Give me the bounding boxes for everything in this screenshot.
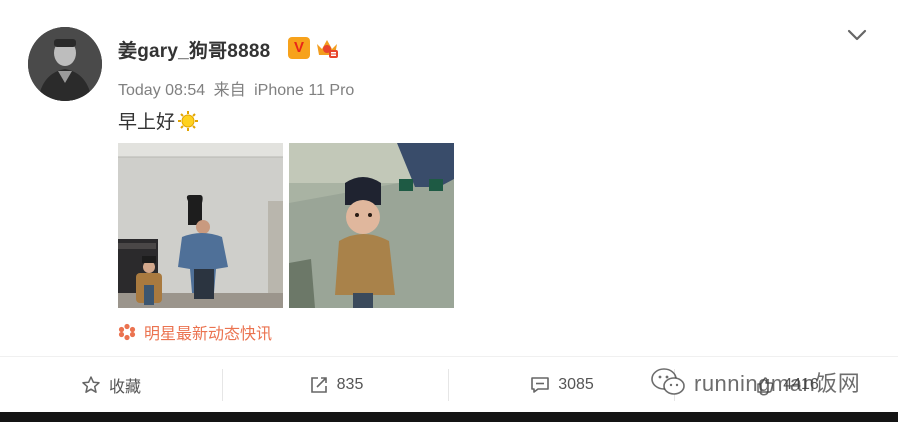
divider <box>448 369 449 401</box>
post-timestamp[interactable]: Today 08:54 <box>118 82 205 99</box>
topic-label: 明星最新动态快讯 <box>144 326 273 343</box>
repost-count: 835 <box>336 376 364 393</box>
post-photo-1[interactable] <box>118 143 283 308</box>
repost-button[interactable]: 835 <box>224 357 448 413</box>
comment-button[interactable]: 3085 <box>450 357 674 413</box>
comment-icon <box>531 377 550 393</box>
post-meta: Today 08:54 来自 iPhone 11 Pro <box>118 76 354 100</box>
chevron-down-icon[interactable] <box>845 26 869 44</box>
favorite-label: 收藏 <box>108 379 141 396</box>
divider <box>222 369 223 401</box>
vip-crown-icon[interactable] <box>314 36 340 60</box>
post-text: 早上好 <box>118 107 199 134</box>
avatar-image <box>28 27 102 101</box>
post-photo-2[interactable] <box>289 143 454 308</box>
star-icon <box>82 376 100 393</box>
weibo-post-card: 姜gary_狗哥8888 V Today 08:54 来自 iPhone 11 … <box>0 0 898 412</box>
sun-icon <box>177 110 199 132</box>
thumbs-up-icon <box>757 377 774 393</box>
bottom-bar <box>0 412 898 422</box>
comment-count: 3085 <box>558 376 594 393</box>
divider <box>674 369 675 401</box>
like-button[interactable]: 4416 <box>676 357 898 413</box>
action-bar: 收藏 835 3085 4416 <box>0 356 898 412</box>
favorite-button[interactable]: 收藏 <box>0 357 222 413</box>
topic-source-link[interactable]: 明星最新动态快讯 <box>118 320 272 344</box>
post-text-body: 早上好 <box>118 112 176 133</box>
avatar[interactable] <box>28 27 102 101</box>
snowflake-icon <box>118 323 136 341</box>
verified-badge-label: V <box>293 39 304 56</box>
repost-icon <box>310 377 327 393</box>
verified-badge-icon: V <box>288 37 310 59</box>
source-prefix: 来自 <box>213 82 246 99</box>
device-source[interactable]: iPhone 11 Pro <box>254 82 354 99</box>
username[interactable]: 姜gary_狗哥8888 <box>118 36 270 63</box>
like-count: 4416 <box>783 376 819 393</box>
